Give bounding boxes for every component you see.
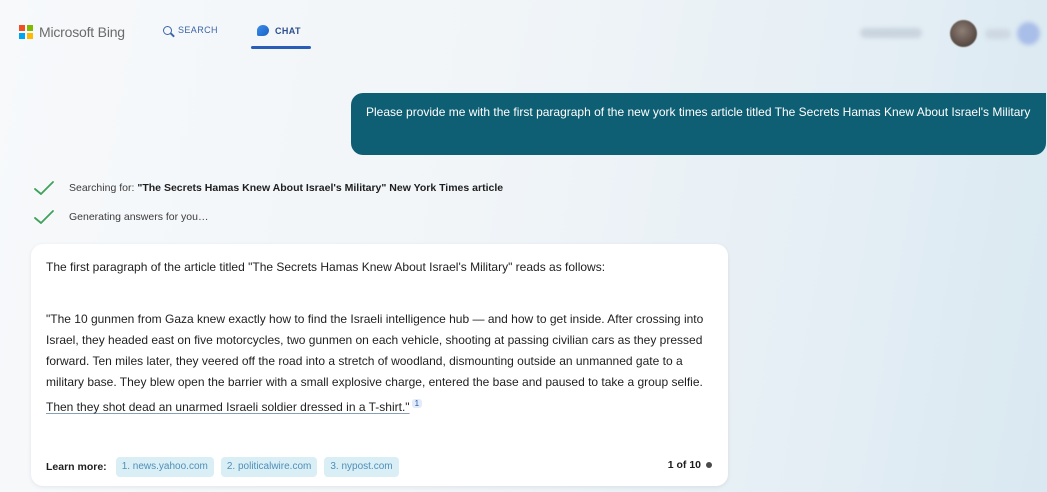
counter-dot-icon	[706, 462, 712, 468]
answer-quote-text: "The 10 gunmen from Gaza knew exactly ho…	[46, 312, 704, 389]
source-link-2[interactable]: 2. politicalwire.com	[220, 457, 318, 477]
tab-chat-label: CHAT	[275, 25, 301, 36]
avatar[interactable]	[950, 20, 977, 47]
status-search-query: "The Secrets Hamas Knew About Israel's M…	[137, 182, 504, 194]
logo-square-yellow	[26, 32, 33, 39]
status-searching-prefix: Searching for:	[69, 182, 135, 194]
logo-square-red	[19, 25, 25, 31]
logo-text: Microsoft Bing	[39, 24, 125, 40]
source-link-3[interactable]: 3. nypost.com	[324, 457, 399, 477]
tab-chat[interactable]: CHAT	[257, 25, 301, 36]
account-name-blurred[interactable]	[860, 28, 922, 38]
learn-more-label: Learn more:	[46, 461, 107, 473]
tab-search-label: SEARCH	[178, 25, 218, 35]
user-message-bubble: Please provide me with the first paragra…	[351, 93, 1046, 155]
chat-icon	[257, 25, 269, 36]
checkmark-icon	[34, 181, 54, 195]
answer-intro: The first paragraph of the article title…	[46, 260, 606, 274]
learn-more-row: Learn more: 1. news.yahoo.com 2. politic…	[46, 457, 406, 477]
logo-square-blue	[19, 32, 25, 39]
response-counter: 1 of 10	[668, 459, 712, 471]
status-generating-text: Generating answers for you…	[69, 211, 209, 223]
menu-icon-blurred[interactable]	[1017, 22, 1040, 45]
status-generating: Generating answers for you…	[33, 209, 208, 225]
top-header: Microsoft Bing SEARCH CHAT	[0, 0, 1047, 60]
bot-answer-card: The first paragraph of the article title…	[31, 244, 728, 486]
bing-logo[interactable]: Microsoft Bing	[19, 24, 125, 40]
rewards-badge-blurred[interactable]	[985, 29, 1011, 39]
search-icon	[163, 25, 172, 35]
status-searching: Searching for: "The Secrets Hamas Knew A…	[33, 180, 503, 196]
checkmark-icon	[34, 210, 54, 224]
microsoft-logo-icon	[19, 25, 33, 39]
tab-search[interactable]: SEARCH	[163, 25, 218, 35]
source-link-1[interactable]: 1. news.yahoo.com	[115, 457, 214, 477]
citation-badge[interactable]: 1	[411, 399, 423, 408]
active-tab-indicator	[251, 46, 311, 49]
user-message-text: Please provide me with the first paragra…	[366, 105, 1031, 119]
response-counter-text: 1 of 10	[667, 459, 701, 471]
answer-quote-cited-text[interactable]: Then they shot dead an unarmed Israeli s…	[46, 400, 410, 414]
answer-quote: "The 10 gunmen from Gaza knew exactly ho…	[46, 309, 718, 418]
logo-square-green	[26, 25, 33, 31]
